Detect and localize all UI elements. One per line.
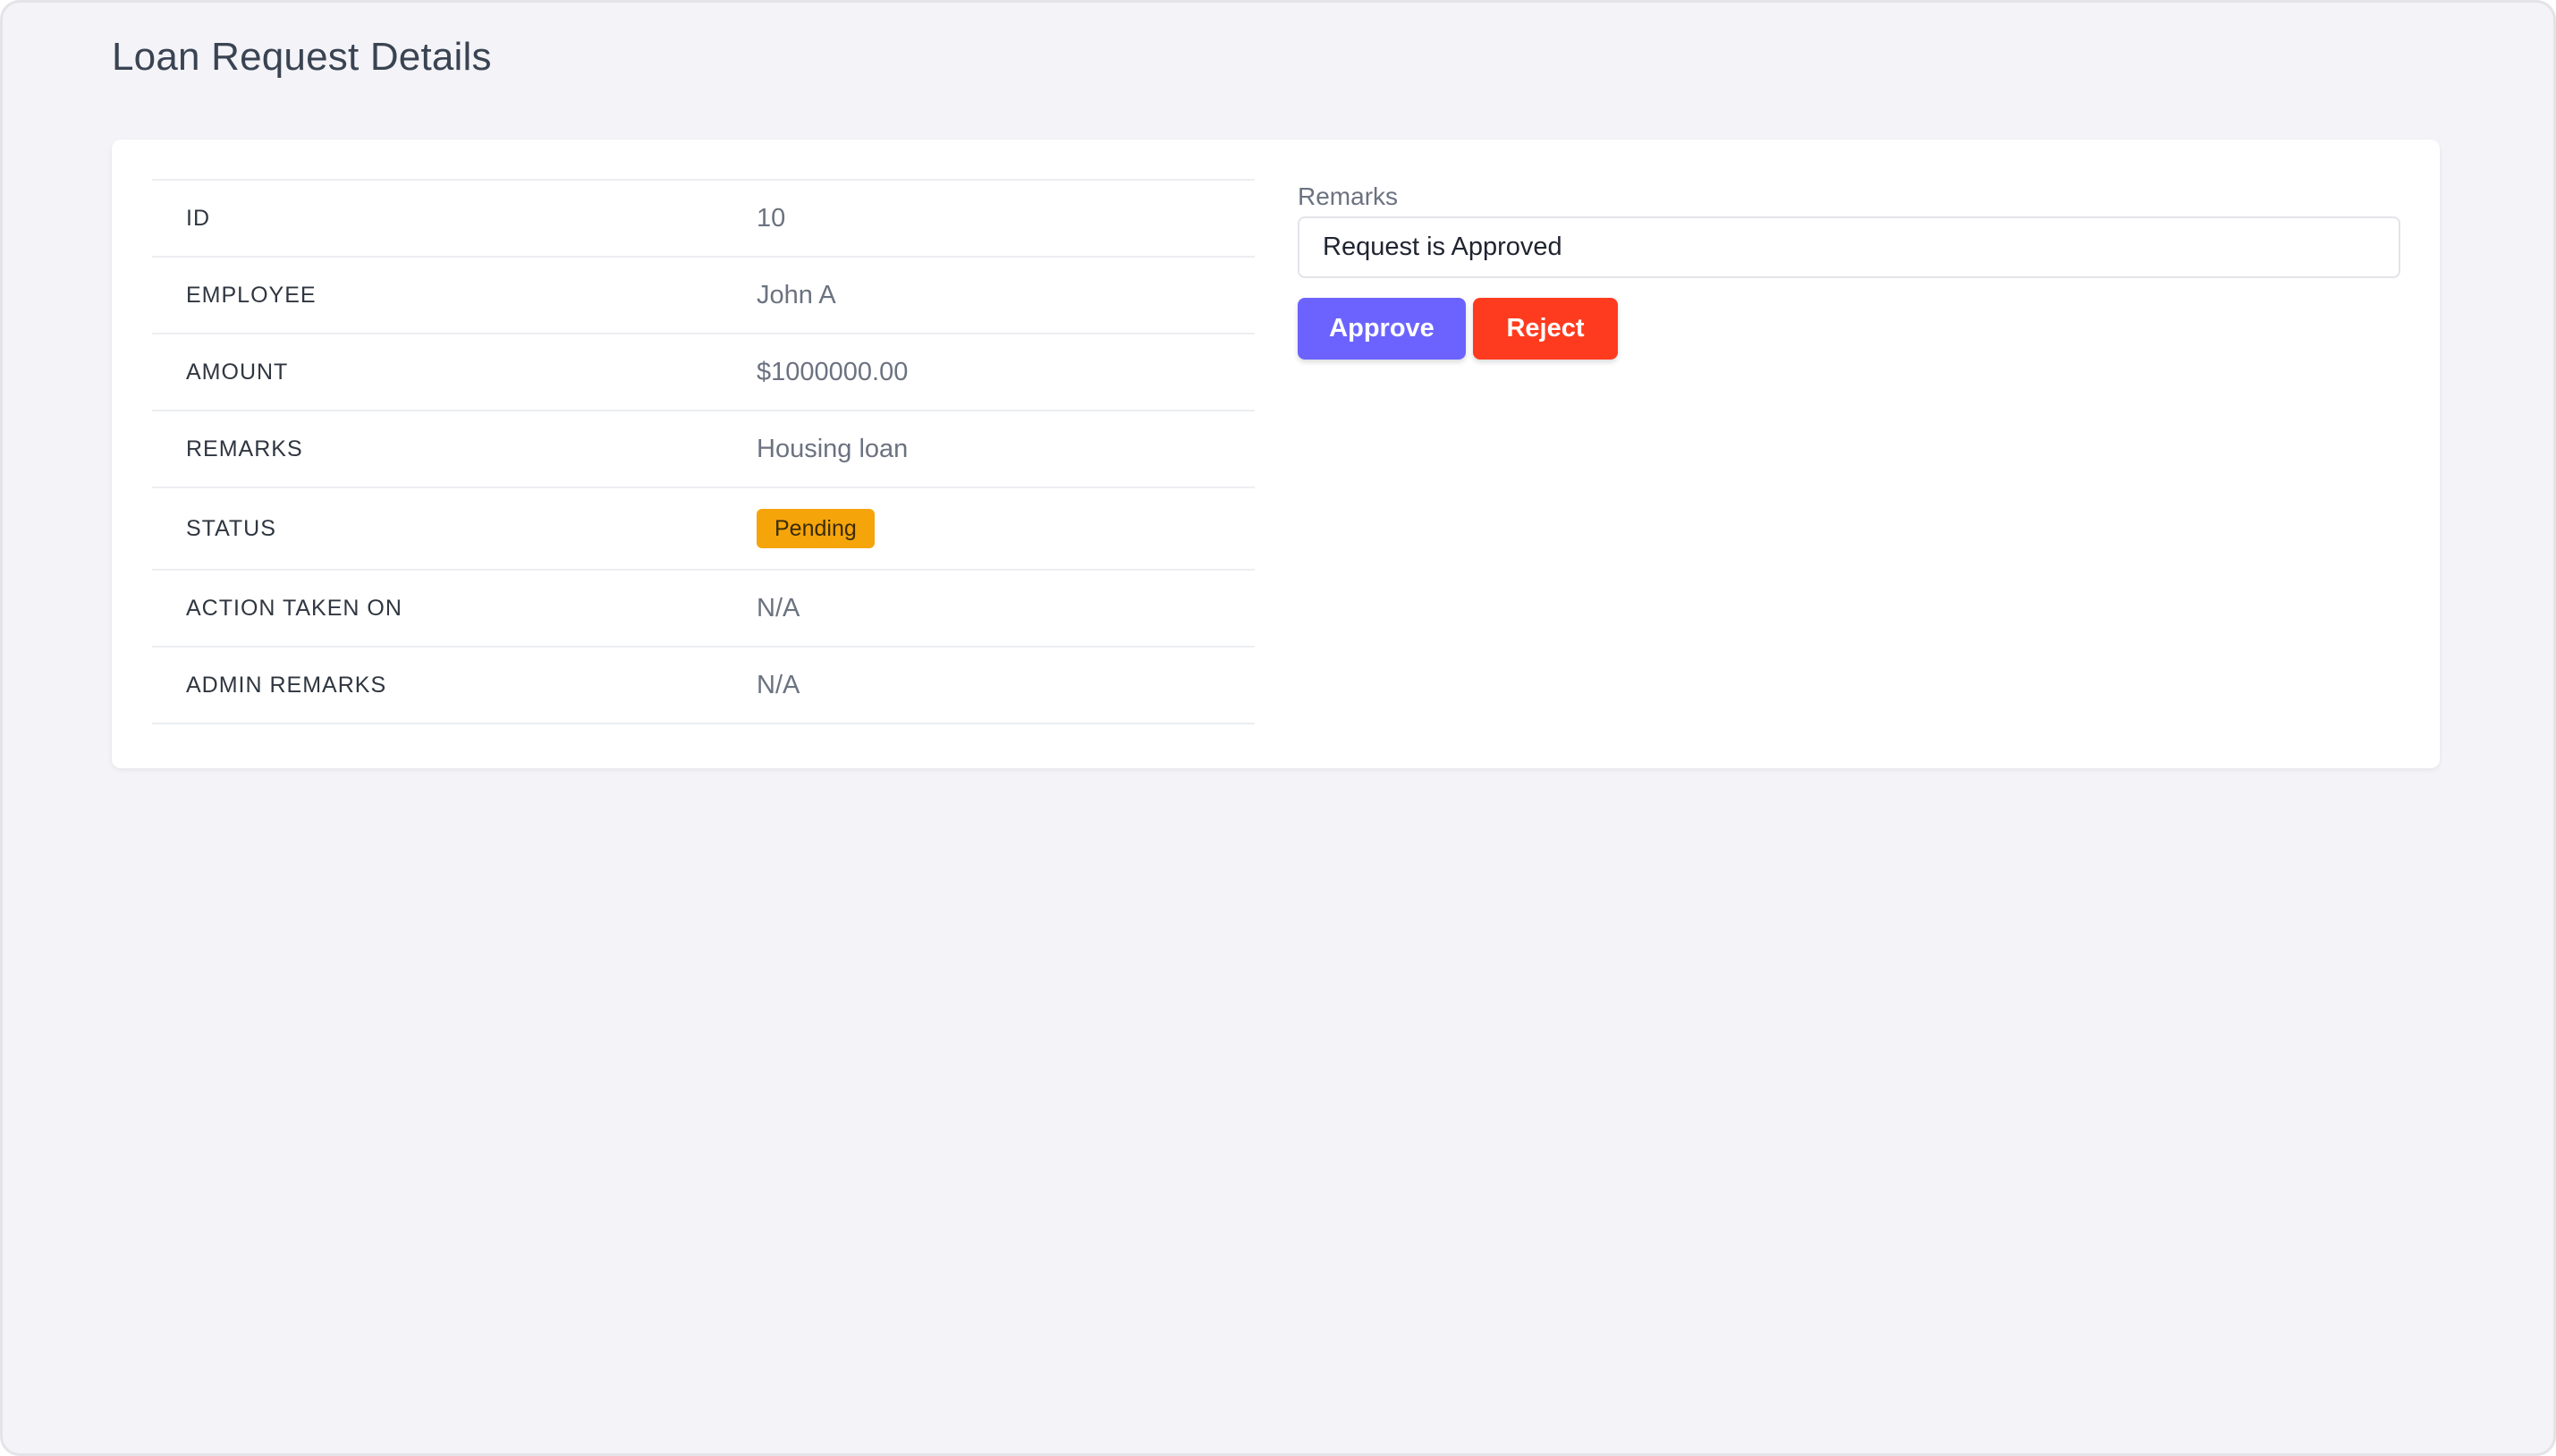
status-badge: Pending (757, 509, 875, 548)
details-table: ID 10 EMPLOYEE John A AMOUNT $1000000.00… (152, 179, 1255, 724)
table-row-amount: AMOUNT $1000000.00 (152, 334, 1255, 411)
row-label: AMOUNT (186, 359, 289, 385)
table-row-action-taken-on: ACTION TAKEN ON N/A (152, 571, 1255, 648)
table-row-admin-remarks: ADMIN REMARKS N/A (152, 648, 1255, 724)
reject-button[interactable]: Reject (1473, 298, 1618, 360)
loan-details-card: ID 10 EMPLOYEE John A AMOUNT $1000000.00… (112, 140, 2440, 768)
row-label: REMARKS (186, 436, 303, 461)
row-label: STATUS (186, 515, 276, 541)
row-value: John A (757, 280, 836, 309)
row-label: ADMIN REMARKS (186, 672, 387, 698)
page-title: Loan Request Details (112, 35, 492, 79)
remarks-panel: Remarks Approve Reject (1298, 179, 2400, 360)
row-value: N/A (757, 670, 800, 699)
action-buttons: Approve Reject (1298, 298, 2400, 360)
row-value: Pending (757, 509, 875, 548)
row-value: 10 (757, 203, 786, 233)
remarks-label: Remarks (1298, 182, 1399, 210)
approve-button[interactable]: Approve (1298, 298, 1466, 360)
row-label: EMPLOYEE (186, 282, 317, 308)
row-label: ACTION TAKEN ON (186, 595, 402, 621)
remarks-input[interactable] (1298, 216, 2400, 278)
row-value: N/A (757, 593, 800, 622)
app-window: Loan Request Details ID 10 EMPLOYEE John… (0, 0, 2556, 1456)
table-row-employee: EMPLOYEE John A (152, 258, 1255, 334)
table-row-remarks: REMARKS Housing loan (152, 411, 1255, 488)
row-value: Housing loan (757, 434, 909, 463)
table-row-id: ID 10 (152, 181, 1255, 258)
table-row-status: STATUS Pending (152, 488, 1255, 571)
row-value: $1000000.00 (757, 357, 909, 386)
row-label: ID (186, 205, 210, 231)
